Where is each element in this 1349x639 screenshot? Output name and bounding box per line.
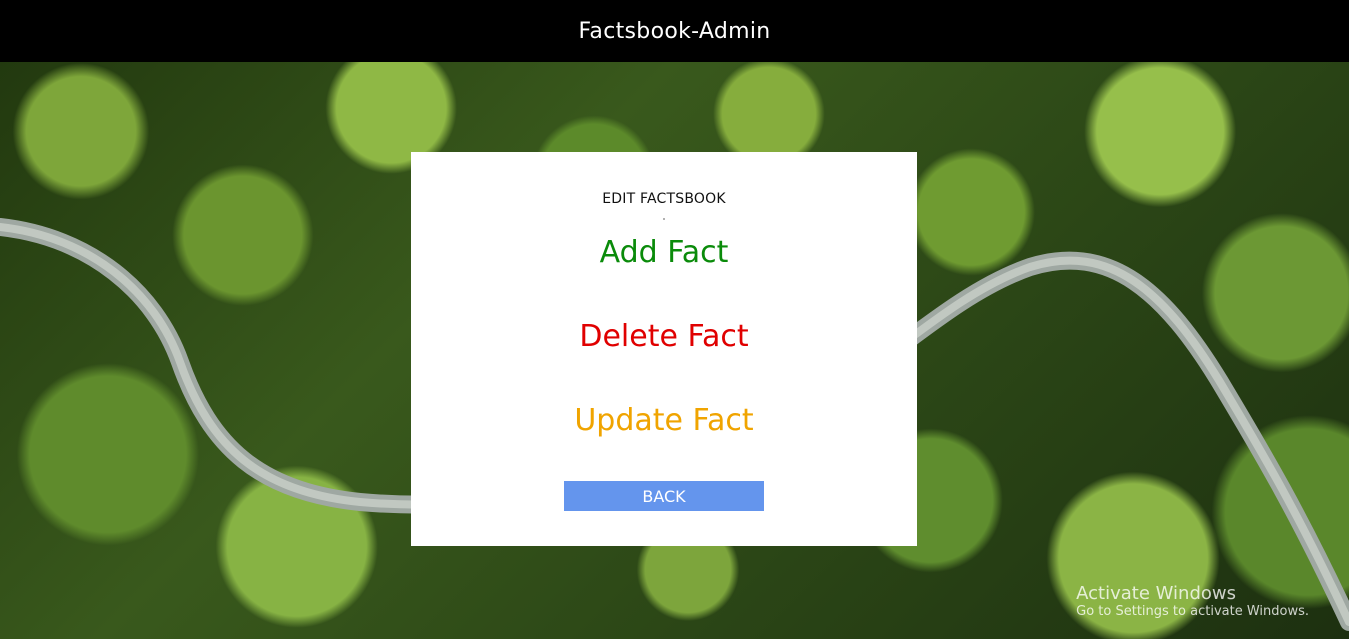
add-fact-link[interactable]: Add Fact [411,238,917,268]
panel-title: EDIT FACTSBOOK [602,191,726,207]
divider-dot [663,218,665,220]
watermark-subtitle: Go to Settings to activate Windows. [1076,604,1309,620]
activate-windows-watermark: Activate Windows Go to Settings to activ… [1076,583,1309,620]
edit-factsbook-panel: EDIT FACTSBOOK Add Fact Delete Fact Upda… [411,152,917,546]
delete-fact-link[interactable]: Delete Fact [411,322,917,352]
page: Factsbook-Admin EDIT FACTSBOOK Add Fact … [0,0,1349,639]
back-button[interactable]: BACK [564,481,764,511]
update-fact-link[interactable]: Update Fact [411,406,917,436]
app-title: Factsbook-Admin [578,18,771,44]
watermark-title: Activate Windows [1076,582,1236,604]
app-header: Factsbook-Admin [0,0,1349,62]
